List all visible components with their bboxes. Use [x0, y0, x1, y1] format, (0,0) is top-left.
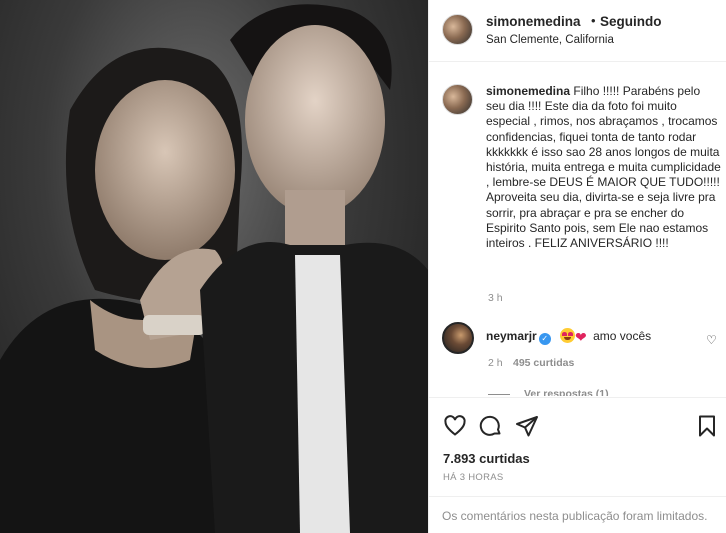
post-side-panel: simonemedina • Seguindo San Clemente, Ca…	[428, 0, 726, 533]
likes-count[interactable]: 7.893 curtidas	[443, 451, 530, 466]
comments-limited-notice: Os comentários nesta publicação foram li…	[429, 496, 726, 533]
comment-text: amo vocês	[593, 329, 652, 343]
caption-text: Filho !!!!! Parabéns pelo seu dia !!!! E…	[486, 84, 721, 251]
replies-divider	[488, 393, 510, 395]
post-location[interactable]: San Clemente, California	[486, 34, 614, 46]
heart-eyes-emoji	[560, 328, 576, 343]
comment-username[interactable]: neymarjr	[486, 329, 537, 343]
caption: simonemedina Filho !!!!! Parabéns pelo s…	[486, 84, 721, 251]
commenter-avatar[interactable]	[442, 322, 474, 354]
photo-illustration	[0, 4, 428, 533]
bookmark-icon[interactable]	[695, 414, 719, 438]
author-avatar[interactable]	[442, 14, 473, 45]
post-photo[interactable]	[0, 0, 428, 533]
comment-like-icon[interactable]: ♡	[706, 333, 717, 347]
caption-avatar[interactable]	[442, 84, 473, 115]
author-username[interactable]: simonemedina	[486, 14, 581, 29]
comment: neymarjr ✓ ❤ amo vocês	[486, 328, 651, 346]
share-icon[interactable]	[515, 414, 539, 438]
caption-timestamp[interactable]: 3 h	[488, 292, 503, 304]
separator-dot: •	[591, 13, 596, 28]
verified-badge-icon: ✓	[538, 333, 551, 345]
comment-icon[interactable]	[479, 414, 503, 438]
red-heart-emoji: ❤	[575, 329, 587, 345]
post-header: simonemedina • Seguindo San Clemente, Ca…	[429, 0, 726, 62]
following-button[interactable]: Seguindo	[600, 14, 662, 29]
comment-timestamp[interactable]: 2 h	[488, 357, 503, 369]
heart-icon[interactable]	[443, 414, 467, 438]
view-replies-button[interactable]: Ver respostas (1)	[488, 388, 609, 396]
caption-username[interactable]: simonemedina	[486, 84, 570, 98]
post-date[interactable]: HÁ 3 HORAS	[443, 472, 504, 483]
comment-likes[interactable]: 495 curtidas	[513, 357, 574, 369]
view-replies-label: Ver respostas (1)	[524, 388, 609, 396]
